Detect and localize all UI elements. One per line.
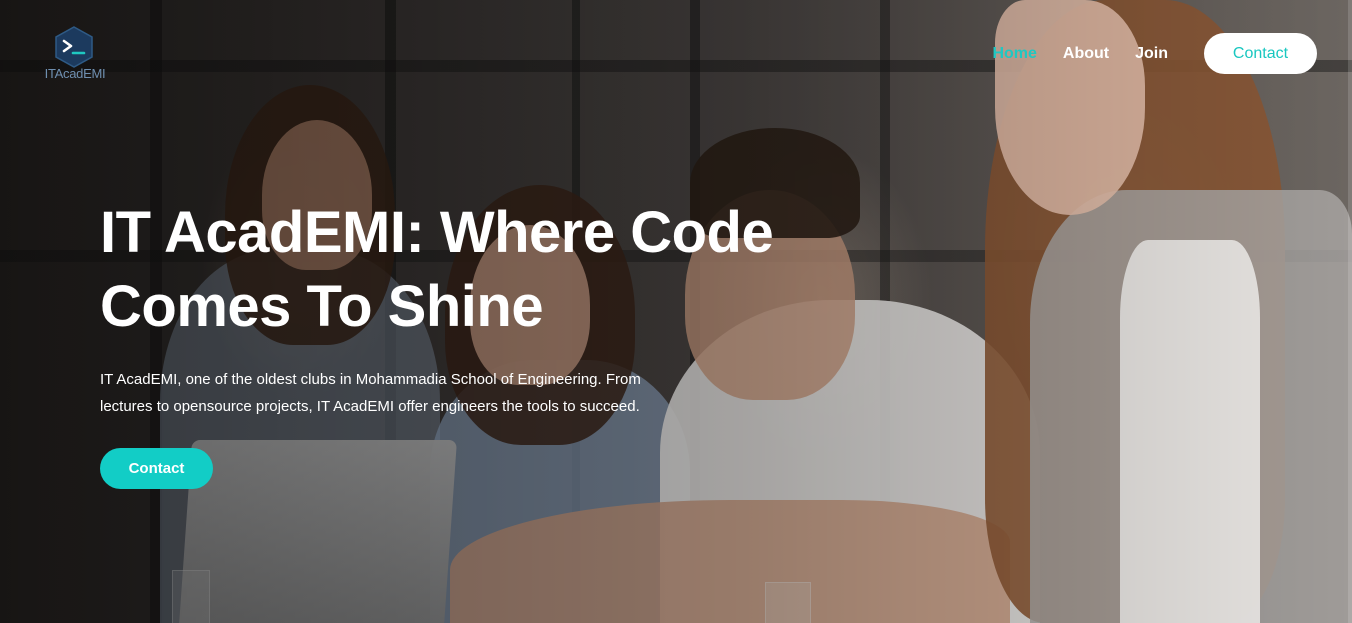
nav-link-about[interactable]: About	[1063, 45, 1109, 63]
main-navigation: Home About Join Contact	[992, 33, 1317, 74]
hero-description-line-2: lectures to opensource projects, IT Acad…	[100, 398, 640, 415]
hero-title: IT AcadEMI: Where Code Comes To Shine	[100, 196, 860, 344]
nav-link-join[interactable]: Join	[1135, 45, 1168, 63]
hero-contact-button[interactable]: Contact	[100, 448, 213, 489]
page-scrollbar[interactable]	[1348, 0, 1352, 623]
hero-section: ITAcadEMI Home About Join Contact IT Aca…	[0, 0, 1352, 623]
logo-text: ITAcadEMI	[44, 66, 106, 81]
nav-link-home[interactable]: Home	[992, 45, 1036, 63]
hero-description: IT AcadEMI, one of the oldest clubs in M…	[100, 366, 700, 420]
site-logo[interactable]: ITAcadEMI	[42, 26, 108, 88]
hero-description-line-1: IT AcadEMI, one of the oldest clubs in M…	[100, 371, 641, 388]
hero-title-line-2: Comes To Shine	[100, 274, 544, 339]
terminal-hex-icon	[55, 26, 93, 68]
nav-contact-button[interactable]: Contact	[1204, 33, 1317, 74]
hero-content: IT AcadEMI: Where Code Comes To Shine IT…	[100, 196, 860, 489]
hero-title-line-1: IT AcadEMI: Where Code	[100, 200, 774, 265]
